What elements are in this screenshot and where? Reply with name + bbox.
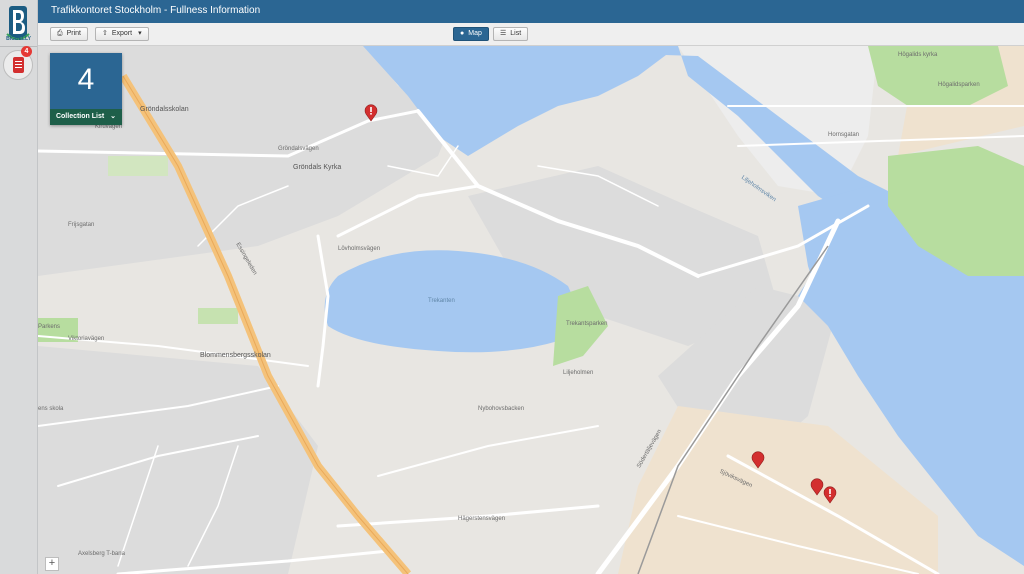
map-label-axelsberg: Axelsberg T-bana bbox=[78, 551, 125, 557]
collection-count: 4 bbox=[77, 63, 95, 96]
map-graphics bbox=[38, 46, 1024, 574]
map-view-button[interactable]: ● Map bbox=[453, 27, 489, 41]
export-icon: ⇧ bbox=[102, 30, 108, 37]
print-button[interactable]: ⎙ Print bbox=[50, 27, 89, 41]
map-label-lovholmsvagen: Lövholmsvägen bbox=[338, 246, 381, 252]
app-sidebar: BIGBELLY 4 bbox=[0, 0, 38, 574]
collection-list-card[interactable]: 4 Collection List ⌄ bbox=[50, 53, 122, 125]
alert-marker-icon[interactable] bbox=[364, 104, 378, 122]
map-label-frijsgatan: Frijsgatan bbox=[68, 222, 95, 228]
export-button[interactable]: ⇧ Export ▾ bbox=[95, 27, 149, 41]
map-canvas[interactable]: Högalids kyrka Högalidsparken Gröndalssk… bbox=[38, 46, 1024, 574]
toolbar: ⎙ Print ⇧ Export ▾ ● Map ☰ List bbox=[38, 23, 1024, 46]
map-label-nybohovsbacken: Nybohovsbacken bbox=[478, 406, 525, 412]
map-label-liljeholmen: Liljeholmen bbox=[563, 370, 594, 376]
map-label-grondalsvagen: Gröndalsvägen bbox=[278, 146, 319, 152]
zoom-in-button[interactable]: + bbox=[45, 557, 59, 571]
map-label-grondalsskolan: Gröndalsskolan bbox=[140, 106, 189, 113]
map-label-trekantsparken: Trekantsparken bbox=[566, 321, 608, 327]
caret-down-icon: ▾ bbox=[138, 30, 142, 37]
logo-text: BIGBELLY bbox=[6, 36, 31, 42]
bin-marker-icon[interactable] bbox=[810, 478, 824, 496]
map-label-hagerstensvagen: Hägerstensvägen bbox=[458, 516, 506, 522]
map-label-hogalids-kyrka: Högalids kyrka bbox=[898, 52, 938, 58]
app-header: Trafikkontoret Stockholm - Fullness Info… bbox=[38, 0, 1024, 23]
trash-bin-icon bbox=[13, 57, 24, 73]
globe-icon: ● bbox=[460, 30, 465, 37]
bin-marker-icon[interactable] bbox=[751, 451, 765, 469]
list-view-button[interactable]: ☰ List bbox=[493, 27, 529, 41]
map-label-blommensbergsskolan: Blommensbergsskolan bbox=[200, 352, 271, 359]
notification-badge: 4 bbox=[21, 46, 32, 57]
map-label-viktoriavagen: Viktoriavägen bbox=[68, 336, 105, 342]
sidebar-divider bbox=[0, 46, 37, 47]
map-label-hornsgatan: Hornsgatan bbox=[828, 132, 860, 138]
page-title: Trafikkontoret Stockholm - Fullness Info… bbox=[51, 5, 261, 16]
collection-list-label: Collection List bbox=[55, 113, 105, 120]
collection-list-toggle[interactable]: Collection List ⌄ bbox=[50, 109, 122, 125]
map-view-label: Map bbox=[468, 30, 482, 37]
alert-marker-icon[interactable] bbox=[823, 486, 837, 504]
map-label-hogalidsparken: Högalidsparken bbox=[938, 82, 980, 88]
print-icon: ⎙ bbox=[57, 30, 63, 37]
list-view-label: List bbox=[510, 30, 522, 37]
export-label: Export bbox=[111, 30, 133, 37]
print-label: Print bbox=[66, 30, 82, 37]
list-icon: ☰ bbox=[500, 30, 507, 37]
map-label-grondals-kyrka: Gröndals Kyrka bbox=[293, 164, 342, 171]
map-label-trekanten: Trekanten bbox=[428, 298, 455, 304]
map-label-parken-west: Parkens bbox=[38, 324, 61, 330]
chevron-down-icon: ⌄ bbox=[110, 113, 117, 120]
map-label-skola-west: ens skola bbox=[38, 406, 64, 412]
